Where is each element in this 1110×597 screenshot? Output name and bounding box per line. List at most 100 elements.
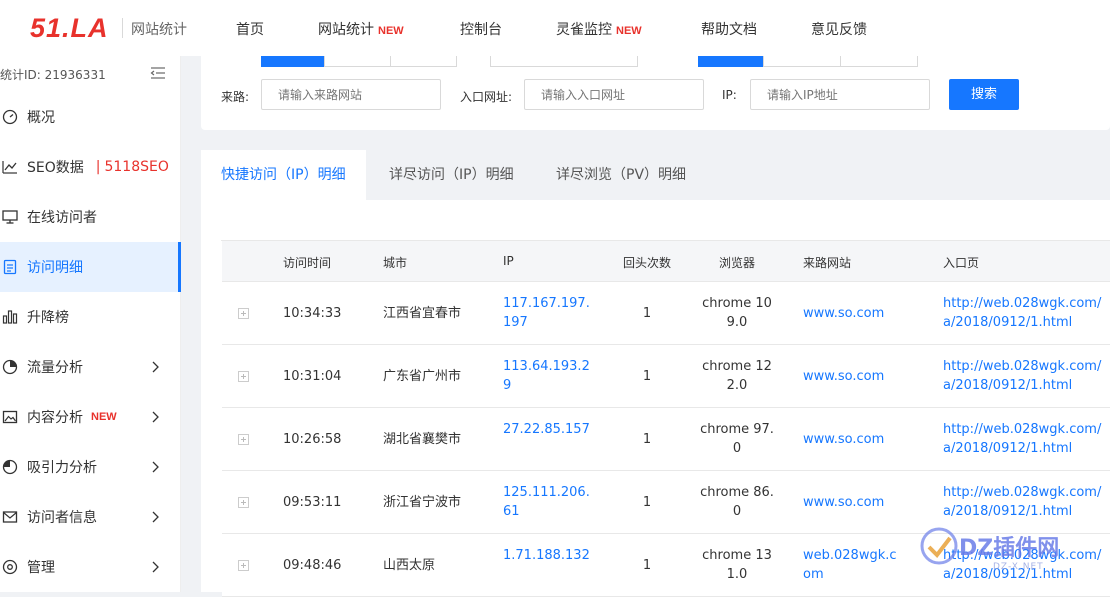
source-link[interactable]: www.so.com bbox=[803, 493, 903, 512]
nav-home[interactable]: 首页 bbox=[236, 19, 264, 39]
collapse-menu-icon[interactable] bbox=[150, 66, 166, 80]
ip-input[interactable] bbox=[750, 79, 930, 110]
column-header-entry-page: 入口页 bbox=[943, 256, 980, 270]
sidebar-item-traffic-analysis[interactable]: 流量分析 bbox=[0, 342, 181, 392]
nav-site-stats[interactable]: 网站统计 NEW bbox=[318, 19, 404, 39]
sidebar-item-label: SEO数据 bbox=[27, 160, 84, 176]
ip-label: IP: bbox=[722, 88, 737, 102]
browser: chrome 86.0 bbox=[700, 485, 774, 519]
logo-subtitle: 网站统计 bbox=[131, 22, 187, 38]
nav-help-docs[interactable]: 帮助文档 bbox=[701, 19, 757, 39]
logo[interactable]: 51.LA bbox=[30, 13, 109, 44]
expand-row-icon[interactable] bbox=[238, 371, 249, 382]
segment-button[interactable] bbox=[390, 56, 457, 67]
column-header-source: 来路网站 bbox=[803, 256, 852, 270]
sidebar-item-manage[interactable]: 管理 bbox=[0, 542, 181, 592]
browser: chrome 97.0 bbox=[700, 422, 774, 456]
search-button[interactable]: 搜索 bbox=[949, 79, 1019, 110]
segment-button[interactable] bbox=[763, 56, 841, 67]
source-link[interactable]: web.028wgk.com bbox=[803, 546, 903, 584]
sidebar: 统计ID: 21936331 概况 SEO数据 | 5118SEO 在线访问者 访… bbox=[0, 56, 181, 592]
city: 广东省广州市 bbox=[383, 369, 462, 384]
source-link[interactable]: www.so.com bbox=[803, 304, 903, 323]
expand-row-icon[interactable] bbox=[238, 308, 249, 319]
new-badge: NEW bbox=[378, 25, 404, 37]
sidebar-item-label: 升降榜 bbox=[27, 310, 69, 326]
visit-detail-panel: 访问时间 城市 IP 回头次数 浏览器 来路网站 入口页 10:34:33 江西省… bbox=[201, 200, 1110, 597]
return-count: 1 bbox=[642, 558, 652, 573]
entry-url-input[interactable] bbox=[524, 79, 704, 110]
city: 江西省宜春市 bbox=[383, 306, 462, 321]
return-count: 1 bbox=[642, 432, 652, 447]
sidebar-item-ranking[interactable]: 升降榜 bbox=[0, 292, 181, 342]
tab-detailed-pageview[interactable]: 详尽浏览（PV）明细 bbox=[556, 150, 686, 200]
entry-page-link[interactable]: http://web.028wgk.com/a/2018/0912/1.html bbox=[943, 294, 1110, 334]
source-link[interactable]: www.so.com bbox=[803, 430, 903, 449]
source-link[interactable]: www.so.com bbox=[803, 367, 903, 386]
sidebar-item-content-analysis[interactable]: 内容分析 NEW bbox=[0, 392, 181, 442]
return-count: 1 bbox=[642, 495, 652, 510]
gear-icon bbox=[2, 559, 18, 575]
city: 湖北省襄樊市 bbox=[383, 432, 462, 447]
table-row: 10:34:33 江西省宜春市 117.167.197.197 1 chrome 109… bbox=[222, 282, 1110, 345]
ip-link[interactable]: 27.22.85.157 bbox=[503, 420, 591, 439]
mail-icon bbox=[2, 511, 18, 523]
new-badge: NEW bbox=[91, 411, 117, 423]
sidebar-item-visitor-info[interactable]: 访问者信息 bbox=[0, 492, 181, 542]
segment-button[interactable] bbox=[698, 56, 764, 67]
segment-button[interactable] bbox=[324, 56, 391, 67]
table-row: 10:31:04 广东省广州市 113.64.193.29 1 chrome 122.0… bbox=[222, 345, 1110, 408]
sidebar-item-label: 内容分析 bbox=[27, 410, 83, 426]
chevron-right-icon bbox=[152, 561, 159, 573]
nav-feedback[interactable]: 意见反馈 bbox=[811, 19, 867, 39]
gauge-icon bbox=[2, 359, 18, 375]
expand-row-icon[interactable] bbox=[238, 560, 249, 571]
chevron-right-icon bbox=[152, 411, 159, 423]
sidebar-item-online-visitors[interactable]: 在线访问者 bbox=[0, 192, 181, 242]
bar-chart-icon bbox=[2, 310, 18, 324]
sidebar-item-label: 访问者信息 bbox=[27, 510, 97, 526]
chevron-right-icon bbox=[152, 361, 159, 373]
ip-link[interactable]: 113.64.193.29 bbox=[503, 357, 591, 395]
sidebar-item-visit-details[interactable]: 访问明细 bbox=[0, 242, 181, 292]
ip-link[interactable]: 117.167.197.197 bbox=[503, 294, 591, 332]
column-header-browser: 浏览器 bbox=[719, 256, 756, 270]
visit-time: 09:53:11 bbox=[283, 495, 342, 510]
dropdown-select[interactable] bbox=[490, 56, 638, 67]
source-input[interactable] bbox=[261, 79, 441, 110]
visit-time: 09:48:46 bbox=[283, 558, 342, 573]
sidebar-item-attraction-analysis[interactable]: 吸引力分析 bbox=[0, 442, 181, 492]
seo-partner-link[interactable]: | 5118SEO bbox=[96, 159, 169, 175]
entry-page-link[interactable]: http://web.028wgk.com/a/2018/0912/1.html bbox=[943, 483, 1110, 523]
city: 浙江省宁波市 bbox=[383, 495, 462, 510]
expand-row-icon[interactable] bbox=[238, 434, 249, 445]
tab-quick-visit-ip[interactable]: 快捷访问（IP）明细 bbox=[201, 150, 366, 200]
sidebar-item-overview[interactable]: 概况 bbox=[0, 92, 181, 142]
ip-link[interactable]: 125.111.206.61 bbox=[503, 483, 591, 521]
return-count: 1 bbox=[642, 306, 652, 321]
return-count: 1 bbox=[642, 369, 652, 384]
sidebar-item-seo[interactable]: SEO数据 | 5118SEO bbox=[0, 142, 181, 192]
browser: chrome 131.0 bbox=[702, 548, 772, 582]
top-navigation-bar: 51.LA 网站统计 首页 网站统计 NEW 控制台 灵雀监控 NEW 帮助文档 意… bbox=[0, 0, 1110, 56]
visit-table: 访问时间 城市 IP 回头次数 浏览器 来路网站 入口页 10:34:33 江西省… bbox=[221, 240, 1110, 597]
ip-link[interactable]: 1.71.188.132 bbox=[503, 546, 591, 565]
sidebar-item-label: 管理 bbox=[27, 560, 55, 576]
segment-button[interactable] bbox=[840, 56, 918, 67]
column-header-time: 访问时间 bbox=[283, 256, 332, 270]
image-icon bbox=[2, 410, 18, 424]
pie-icon bbox=[2, 459, 18, 475]
tab-detailed-visit-ip[interactable]: 详尽访问（IP）明细 bbox=[389, 150, 514, 200]
visit-time: 10:34:33 bbox=[283, 306, 342, 321]
browser: chrome 122.0 bbox=[702, 359, 772, 393]
chevron-right-icon bbox=[152, 511, 159, 523]
column-header-city: 城市 bbox=[383, 256, 408, 270]
entry-page-link[interactable]: http://web.028wgk.com/a/2018/0912/1.html bbox=[943, 357, 1110, 397]
entry-page-link[interactable]: http://web.028wgk.com/a/2018/0912/1.html bbox=[943, 420, 1110, 460]
nav-console[interactable]: 控制台 bbox=[460, 19, 502, 39]
expand-row-icon[interactable] bbox=[238, 497, 249, 508]
sidebar-item-label: 访问明细 bbox=[27, 260, 83, 276]
trend-line-icon bbox=[2, 161, 17, 174]
segment-button[interactable] bbox=[261, 56, 325, 67]
nav-monitor[interactable]: 灵雀监控 NEW bbox=[556, 19, 642, 39]
